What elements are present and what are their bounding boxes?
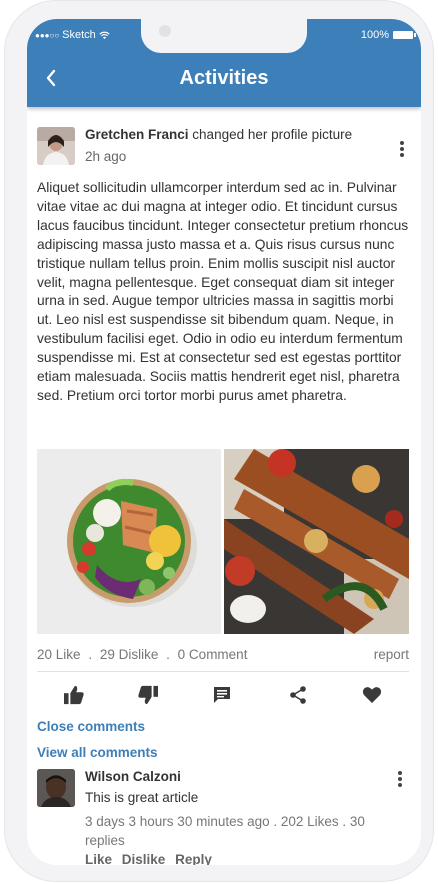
camera-dot [159,25,171,37]
device-notch [141,19,307,53]
commenter-name[interactable]: Wilson Calzoni [85,769,181,784]
battery-percent: 100% [360,29,389,41]
avatar-photo [37,127,75,165]
post-action-text: changed her profile picture [192,127,353,142]
post-body: Aliquet sollicitudin ullamcorper interdu… [37,180,409,403]
close-comments-link[interactable]: Close comments [37,719,145,734]
post-actions [37,682,409,708]
app-screen: ●●●○○ Sketch 100% Activities Gretchen Fr… [27,19,421,865]
author-avatar[interactable] [37,127,75,165]
carrier-label: Sketch [62,29,96,41]
avatar-photo [37,769,75,807]
dislike-button[interactable] [135,682,161,708]
stat-separator: . [166,647,170,662]
comment-text: This is great article [85,790,199,805]
post-author-name[interactable]: Gretchen Franci [85,127,189,142]
like-icon [64,685,84,705]
post-header: Gretchen Franci changed her profile pict… [37,127,411,167]
more-dot-icon [398,777,402,781]
signal-icon: ●●●○○ [35,30,60,40]
post-images [37,449,409,634]
phone-frame: ●●●○○ Sketch 100% Activities Gretchen Fr… [4,0,434,882]
dislike-count[interactable]: 29 Dislike [100,647,159,662]
wifi-icon [99,31,110,39]
favorite-button[interactable] [359,682,385,708]
more-dot-icon [400,153,404,157]
page-title: Activities [179,67,269,89]
dislike-icon [138,685,158,705]
like-button[interactable] [61,682,87,708]
comment-actions: Like Dislike Reply [85,852,218,865]
battery-icon [393,31,416,39]
commenter-avatar[interactable] [37,769,75,807]
comment-meta: 3 days 3 hours 30 minutes ago . 202 Like… [85,814,365,848]
share-button[interactable] [285,682,311,708]
post-author-line: Gretchen Franci changed her profile pict… [85,127,352,142]
post-timestamp: 2h ago [85,149,127,164]
more-dot-icon [398,771,402,775]
more-dot-icon [398,783,402,787]
comment-button[interactable] [209,682,235,708]
stats-divider [37,671,409,672]
post-more-button[interactable] [395,139,409,159]
comment-icon [214,687,230,703]
salad-bowl-photo[interactable] [37,449,221,634]
comment-count[interactable]: 0 Comment [178,647,248,662]
heart-icon [362,687,382,703]
report-link[interactable]: report [374,647,409,662]
stat-separator: . [88,647,93,662]
grilled-meat-photo[interactable] [224,449,409,634]
comment-reply-button[interactable]: Reply [175,852,212,865]
activity-feed: Gretchen Franci changed her profile pict… [27,107,421,865]
share-icon [290,686,306,704]
comment-more-button[interactable] [393,769,407,789]
view-all-comments-link[interactable]: View all comments [37,745,158,760]
comment-like-button[interactable]: Like [85,852,112,865]
more-dot-icon [400,147,404,151]
post-stats: 20 Like . 29 Dislike . 0 Comment report [37,647,409,662]
comment-dislike-button[interactable]: Dislike [122,852,166,865]
more-dot-icon [400,141,404,145]
like-count[interactable]: 20 Like [37,647,81,662]
